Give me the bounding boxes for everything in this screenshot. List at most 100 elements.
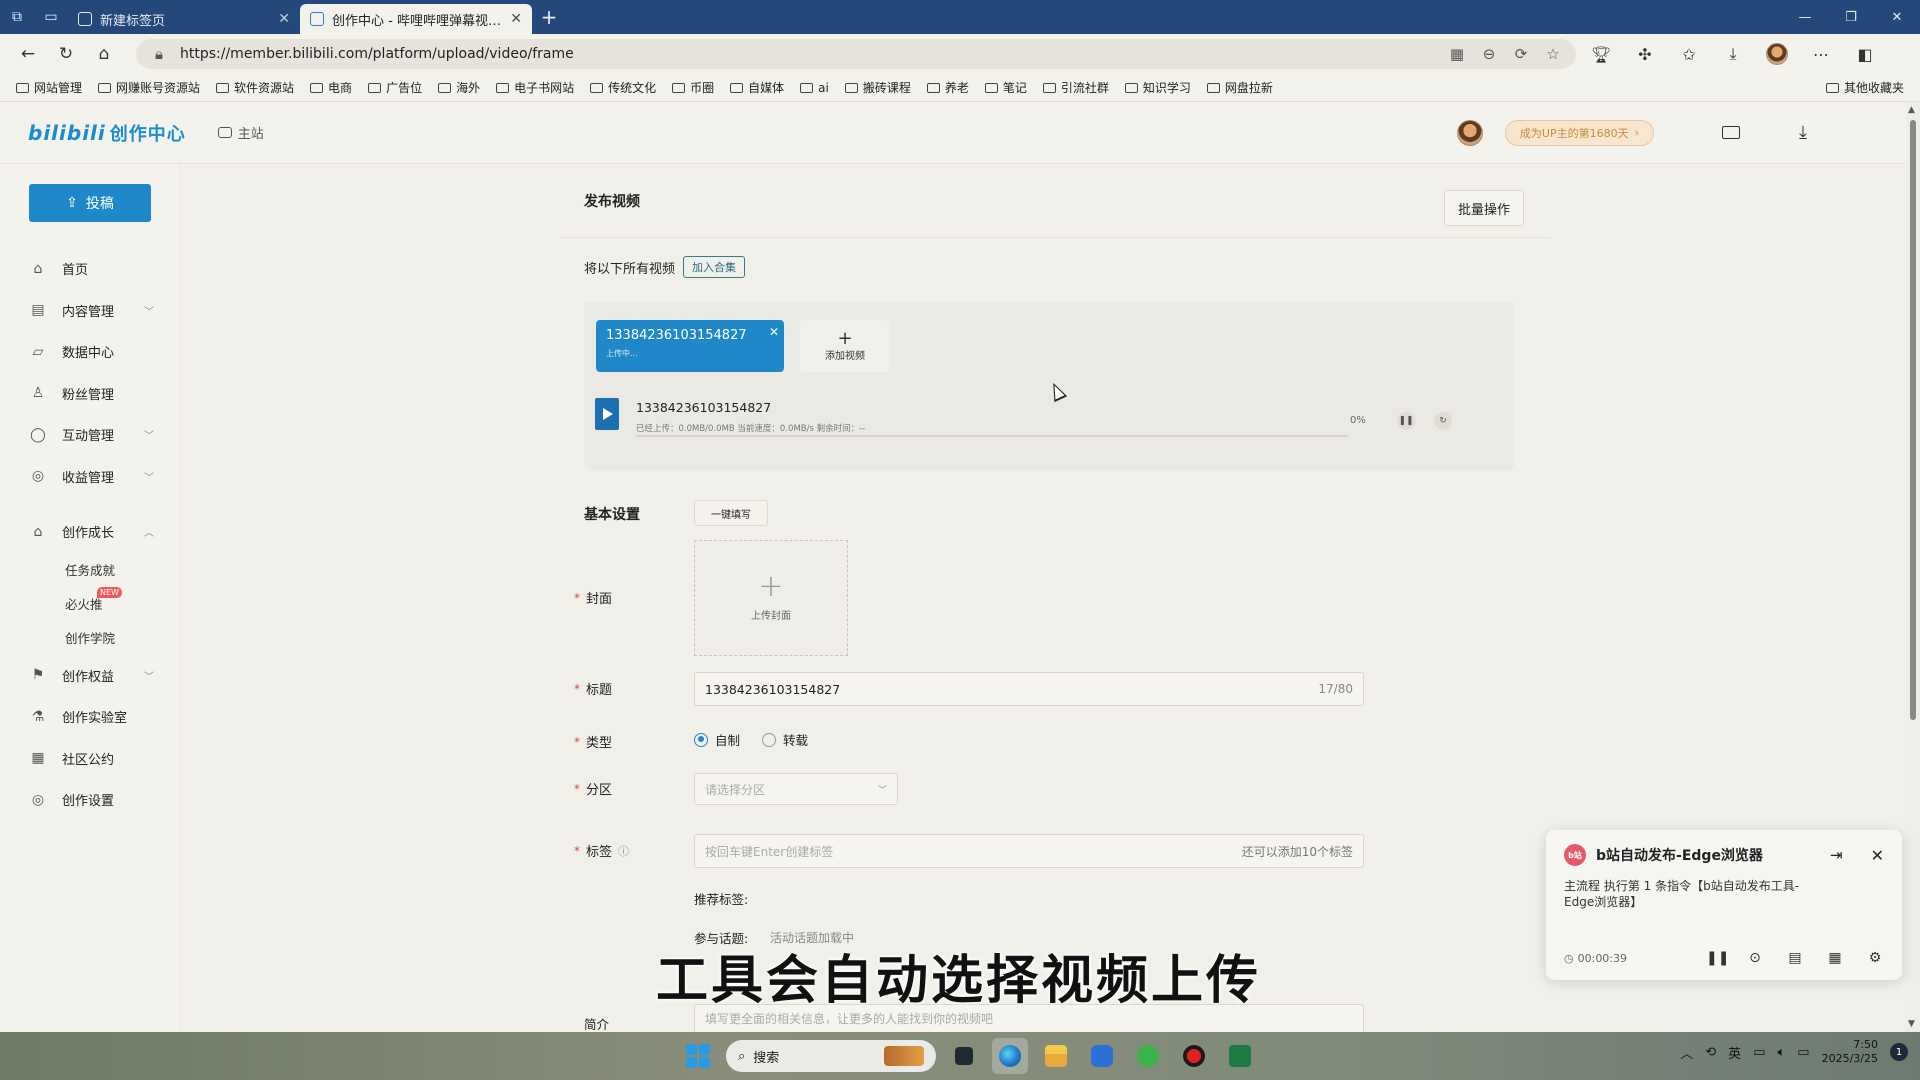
bookmark-folder[interactable]: 搬砖课程: [839, 79, 917, 96]
sidebar-item-rights[interactable]: ⚑ 创作权益 ﹀: [0, 655, 180, 697]
close-icon[interactable]: ✕: [1871, 846, 1884, 865]
collapse-icon[interactable]: ⇥: [1830, 846, 1843, 864]
settings-icon[interactable]: ⚙: [1866, 950, 1884, 966]
log-icon[interactable]: ▤: [1786, 950, 1804, 966]
page-scrollbar[interactable]: ▲ ▼: [1906, 102, 1920, 1032]
cover-upload-box[interactable]: + 上传封面: [694, 540, 848, 656]
bookmark-folder[interactable]: 知识学习: [1119, 79, 1197, 96]
sidebar-item-settings[interactable]: ◎ 创作设置: [0, 779, 180, 821]
bookmark-folder[interactable]: 网站管理: [10, 79, 88, 96]
sidebar-item-growth[interactable]: ⌂ 创作成长 ︿: [0, 511, 180, 553]
bookmark-folder[interactable]: 广告位: [362, 79, 428, 96]
stop-icon[interactable]: ⊙: [1746, 950, 1764, 966]
sidebar-item-home[interactable]: ⌂ 首页: [0, 248, 180, 290]
ime-indicator[interactable]: 英: [1728, 1043, 1741, 1062]
sidebar-subitem-hot[interactable]: 必火推 NEW: [0, 586, 180, 621]
recorder-icon[interactable]: [1176, 1038, 1212, 1074]
app-available-icon[interactable]: ▦: [1446, 45, 1468, 63]
pause-icon[interactable]: ❚❚: [1706, 950, 1729, 966]
up-days-pill[interactable]: 成为UP主的第1680天 ›: [1504, 119, 1654, 146]
pause-icon[interactable]: ❚❚: [1397, 412, 1415, 430]
new-tab-button[interactable]: +: [532, 0, 566, 34]
workspaces-icon[interactable]: ⧉: [0, 0, 34, 34]
retry-icon[interactable]: ↻: [1434, 412, 1452, 430]
upload-button[interactable]: ⇪ 投稿: [29, 184, 151, 222]
sidebar-toggle-icon[interactable]: ◧: [1846, 38, 1884, 70]
bookmark-folder[interactable]: 电子书网站: [490, 79, 580, 96]
batch-operation-button[interactable]: 批量操作: [1444, 190, 1524, 226]
mail-icon[interactable]: [1722, 126, 1740, 139]
extension-badge-icon[interactable]: 🏆︎: [1582, 38, 1620, 70]
zone-select[interactable]: 请选择分区 ﹀: [694, 773, 898, 805]
wechat-icon[interactable]: [1130, 1038, 1166, 1074]
bookmark-folder[interactable]: 养老: [921, 79, 975, 96]
title-input[interactable]: 13384236103154827 17/80: [694, 672, 1364, 706]
video-card[interactable]: 13384236103154827 上传中... ✕: [596, 320, 784, 372]
scroll-up-icon[interactable]: ▲: [1908, 105, 1915, 115]
sidebar-item-income[interactable]: ◎ 收益管理 ﹀: [0, 456, 180, 498]
close-icon[interactable]: ✕: [769, 325, 779, 339]
home-icon[interactable]: ⌂: [88, 38, 120, 70]
type-radio-original[interactable]: 自制: [694, 730, 740, 749]
tab-actions-icon[interactable]: ▭: [34, 0, 68, 34]
close-icon[interactable]: ✕: [510, 11, 522, 27]
file-explorer-icon[interactable]: [1038, 1038, 1074, 1074]
lock-icon[interactable]: 🔒︎: [148, 45, 170, 63]
bookmark-folder[interactable]: 电商: [304, 79, 358, 96]
minimize-icon[interactable]: —: [1782, 0, 1828, 34]
tab-new-tab[interactable]: 新建标签页 ✕: [68, 4, 300, 34]
sidebar-item-fans[interactable]: ♙ 粉丝管理: [0, 373, 180, 415]
favorite-star-icon[interactable]: ☆: [1542, 45, 1564, 63]
sidebar-subitem-academy[interactable]: 创作学院: [0, 621, 180, 655]
sync-icon[interactable]: ⟲: [1705, 1045, 1716, 1060]
sidebar-item-data[interactable]: ▱ 数据中心: [0, 331, 180, 373]
zoom-icon[interactable]: ⊖: [1478, 45, 1500, 63]
excel-icon[interactable]: [1222, 1038, 1258, 1074]
favorites-icon[interactable]: ✩: [1670, 38, 1708, 70]
main-site-link[interactable]: 主站: [217, 123, 264, 142]
add-to-collection-button[interactable]: 加入合集: [683, 256, 746, 278]
bookmark-folder[interactable]: 传统文化: [584, 79, 662, 96]
tab-creator-center[interactable]: 创作中心 - 哔哩哔哩弹幕视频网 - ✕: [300, 4, 532, 34]
bookmark-folder[interactable]: 网赚账号资源站: [92, 79, 206, 96]
sidebar-subitem-tasks[interactable]: 任务成就: [0, 553, 180, 587]
download-icon[interactable]: ⤓: [1790, 122, 1816, 143]
network-icon[interactable]: ▭: [1753, 1045, 1765, 1060]
bookmark-folder[interactable]: 自媒体: [724, 79, 790, 96]
chevron-up-icon[interactable]: ︿: [1680, 1043, 1693, 1062]
translate-icon[interactable]: ⟳: [1510, 45, 1532, 63]
bookmark-folder[interactable]: 网盘拉新: [1201, 79, 1279, 96]
extensions-puzzle-icon[interactable]: ✣: [1626, 38, 1664, 70]
more-icon[interactable]: ⋯: [1802, 38, 1840, 70]
back-icon[interactable]: ←: [12, 38, 44, 70]
volume-icon[interactable]: 🔈︎: [1777, 1045, 1785, 1060]
scroll-down-icon[interactable]: ▼: [1908, 1019, 1915, 1029]
close-icon[interactable]: ✕: [278, 11, 290, 27]
address-bar[interactable]: 🔒︎ https://member.bilibili.com/platform/…: [136, 39, 1576, 69]
bilibili-logo[interactable]: bilibili 创作中心: [28, 120, 186, 146]
profile-avatar[interactable]: [1758, 38, 1796, 70]
edge-icon[interactable]: [992, 1038, 1028, 1074]
bookmark-folder[interactable]: ai: [794, 81, 835, 95]
window-close-icon[interactable]: ✕: [1874, 0, 1920, 34]
quick-fill-button[interactable]: 一键填写: [694, 500, 768, 526]
sidebar-item-lab[interactable]: ⚗ 创作实验室: [0, 696, 180, 738]
avatar[interactable]: [1456, 119, 1483, 146]
sidebar-item-rules[interactable]: ▦ 社区公约: [0, 738, 180, 780]
bookmark-folder[interactable]: 币圈: [666, 79, 720, 96]
sidebar-item-interaction[interactable]: ◯ 互动管理 ﹀: [0, 414, 180, 456]
restore-icon[interactable]: ❐: [1828, 0, 1874, 34]
automation-app-icon[interactable]: [1084, 1038, 1120, 1074]
sidebar-item-content[interactable]: ▤ 内容管理 ﹀: [0, 290, 180, 332]
table-icon[interactable]: ▦: [1826, 950, 1844, 966]
bookmark-folder[interactable]: 引流社群: [1037, 79, 1115, 96]
tag-input[interactable]: 按回车键Enter创建标签 还可以添加10个标签: [694, 834, 1364, 868]
bookmark-folder[interactable]: 海外: [432, 79, 486, 96]
refresh-icon[interactable]: ↻: [50, 38, 82, 70]
info-icon[interactable]: ⓘ: [618, 843, 629, 859]
taskview-icon[interactable]: [946, 1038, 982, 1074]
type-radio-repost[interactable]: 转载: [762, 730, 808, 749]
download-icon[interactable]: ⤓: [1714, 38, 1752, 70]
add-video-button[interactable]: + 添加视频: [800, 320, 890, 372]
bookmark-folder[interactable]: 笔记: [979, 79, 1033, 96]
